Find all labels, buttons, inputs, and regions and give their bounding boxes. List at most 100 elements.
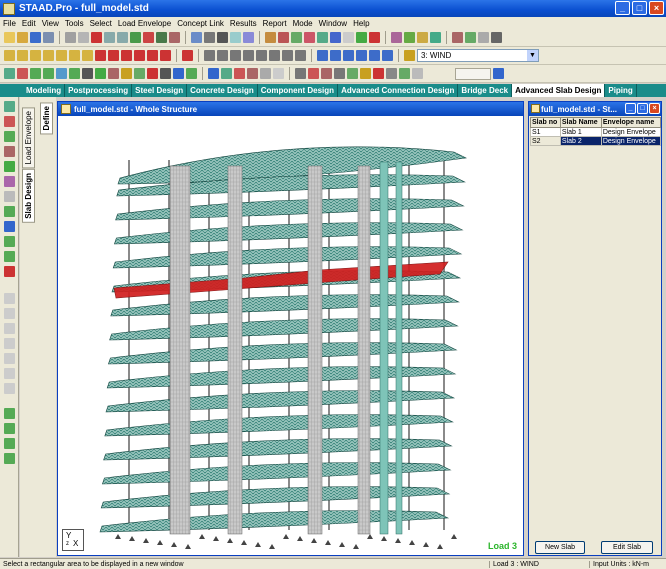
tab-modeling[interactable]: Modeling [23,84,66,97]
solid-icon[interactable] [430,32,441,43]
tab-load-envelope[interactable]: Load Envelope [22,107,35,169]
circular-repeat-icon[interactable] [221,68,232,79]
select-surfaces-icon[interactable] [69,68,80,79]
slab-name-cell[interactable]: Slab 2 [559,136,602,146]
new-slab-button[interactable]: New Slab [535,541,585,554]
slab-no-cell[interactable]: S2 [530,136,561,146]
view-left-icon[interactable] [30,50,41,61]
rotate-up-icon[interactable] [95,50,106,61]
redo-icon[interactable] [117,32,128,43]
table-row[interactable]: S2 Slab 2 Design Envelope [530,136,662,146]
print-preview-icon[interactable] [191,32,202,43]
plate-cursor-icon[interactable] [4,146,15,157]
slab-name-cell[interactable]: Slab 1 [559,127,602,137]
stop-icon[interactable] [369,32,380,43]
tab-steel-design[interactable]: Steel Design [132,84,188,97]
plate-icon[interactable] [317,32,328,43]
tab-bridge-deck[interactable]: Bridge Deck [458,84,513,97]
rotate-left-icon[interactable] [121,50,132,61]
surface-cursor-icon[interactable] [4,161,15,172]
select-by-section-icon[interactable] [147,68,158,79]
cut-icon[interactable] [65,32,76,43]
frame-icon[interactable] [373,68,384,79]
new-view-icon[interactable] [317,50,328,61]
menu-select[interactable]: Select [90,19,112,28]
menu-concept-link[interactable]: Concept Link [177,19,224,28]
show-all-icon[interactable] [399,68,410,79]
geometry-cursor-icon[interactable] [4,191,15,202]
slab-design-icon[interactable] [4,453,15,464]
select-missing-icon[interactable] [160,68,171,79]
property-icon[interactable] [265,32,276,43]
select-parallel-icon[interactable] [95,68,106,79]
symbols-icon[interactable] [369,50,380,61]
split-icon[interactable] [4,251,15,262]
edit-slab-button[interactable]: Edit Slab [601,541,653,554]
animation-icon[interactable] [347,68,358,79]
select-global-icon[interactable] [173,68,184,79]
view-top-icon[interactable] [56,50,67,61]
tab-piping[interactable]: Piping [605,84,637,97]
dynamic-zoom-icon[interactable] [182,50,193,61]
pan-icon[interactable] [491,32,502,43]
menu-window[interactable]: Window [319,19,347,28]
grid-icon[interactable] [156,32,167,43]
zoom-out-icon[interactable] [230,50,241,61]
select-pointer-icon[interactable] [4,101,15,112]
zoom-previous-icon[interactable] [256,50,267,61]
copy-icon[interactable] [78,32,89,43]
view-bottom-icon[interactable] [69,50,80,61]
menu-file[interactable]: File [3,19,16,28]
menu-view[interactable]: View [42,19,59,28]
select-plates-icon[interactable] [43,68,54,79]
select-nodes-icon[interactable] [17,68,28,79]
mirror-icon[interactable] [234,68,245,79]
node-icon[interactable] [391,32,402,43]
close-button[interactable]: × [649,103,660,114]
report-setup-icon[interactable] [360,68,371,79]
check-icon[interactable] [356,32,367,43]
menu-report[interactable]: Report [263,19,287,28]
renumber-icon[interactable] [273,68,284,79]
maximize-button[interactable]: □ [632,1,647,15]
column-header-envelope-name[interactable]: Envelope name [600,117,662,128]
zoom-window-icon[interactable] [204,50,215,61]
load-case-dropdown[interactable]: 3: WIND ▼ [417,49,539,62]
structure-diagrams-icon[interactable] [356,50,367,61]
print-icon[interactable] [43,32,54,43]
camera-icon[interactable] [204,32,215,43]
tab-advanced-slab-design[interactable]: Advanced Slab Design [512,84,606,97]
merge-icon[interactable] [260,68,271,79]
slab-region-icon[interactable] [4,408,15,419]
menu-results[interactable]: Results [230,19,257,28]
delete-icon[interactable] [91,32,102,43]
close-button[interactable]: × [649,1,664,15]
beam-parameters-icon[interactable] [295,68,306,79]
new-file-icon[interactable] [4,32,15,43]
menu-load-envelope[interactable]: Load Envelope [118,19,171,28]
open-file-icon[interactable] [17,32,28,43]
select-solids-icon[interactable] [56,68,67,79]
rotate-down-icon[interactable] [108,50,119,61]
spin-right-icon[interactable] [160,50,171,61]
tab-postprocessing[interactable]: Postprocessing [65,84,133,97]
magnet-icon[interactable] [452,32,463,43]
tab-define[interactable]: Define [40,102,53,135]
snap-grid-icon[interactable] [465,32,476,43]
view-manager-icon[interactable] [330,50,341,61]
select-group-icon[interactable] [108,68,119,79]
display-options-icon[interactable] [295,50,306,61]
view-iso-icon[interactable] [82,50,93,61]
select-by-list-icon[interactable] [121,68,132,79]
envelope-name-cell[interactable]: Design Envelope [600,127,662,137]
maximize-button[interactable]: □ [637,103,648,114]
view-right-icon[interactable] [43,50,54,61]
member-icon[interactable] [304,32,315,43]
save-icon[interactable] [30,32,41,43]
labels-icon[interactable] [343,50,354,61]
solid-cursor-icon[interactable] [4,176,15,187]
beam-cursor-icon[interactable] [4,131,15,142]
hide-icon[interactable] [412,68,423,79]
view-front-icon[interactable] [4,50,15,61]
picture-icon[interactable] [230,32,241,43]
